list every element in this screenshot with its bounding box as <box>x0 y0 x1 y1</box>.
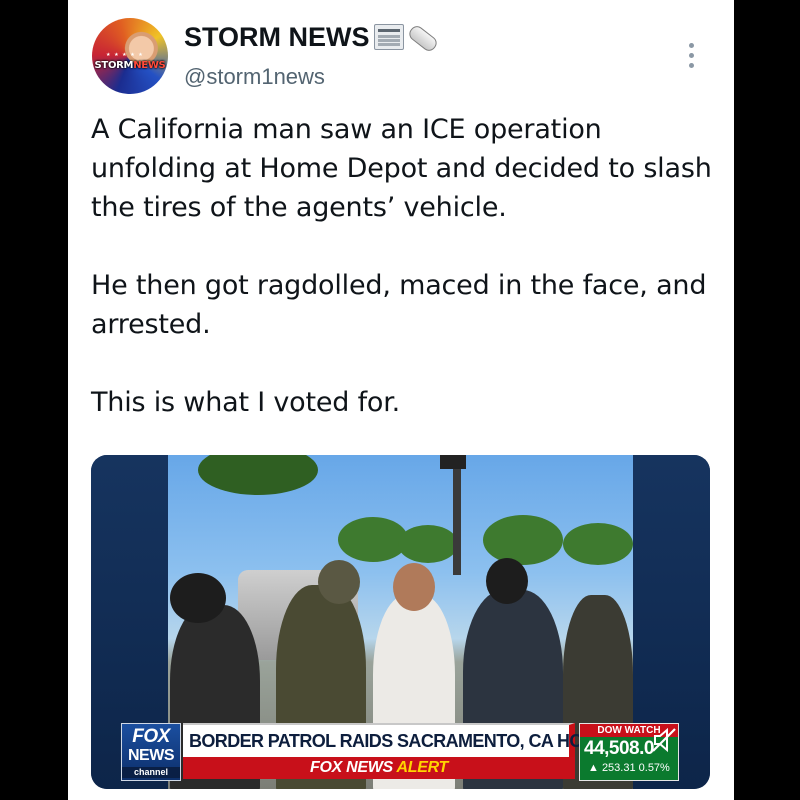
logo-fox: FOX <box>132 726 170 747</box>
tweet-paragraph: A California man saw an ICE operation un… <box>91 114 712 223</box>
fox-news-logo: FOX NEWS channel <box>121 723 181 781</box>
newspaper-icon <box>374 24 404 50</box>
alert-prefix: FOX NEWS <box>309 759 393 776</box>
agent-head <box>486 558 528 604</box>
tweet-paragraph: He then got ragdolled, maced in the face… <box>91 270 707 340</box>
tree-foliage <box>198 455 318 495</box>
traffic-pole <box>453 455 461 575</box>
logo-news: NEWS <box>128 747 175 764</box>
logo-channel: channel <box>122 767 180 778</box>
avatar-logo: STORMNEWS <box>92 60 168 71</box>
user-handle[interactable]: @storm1news <box>184 64 325 90</box>
tweet-paragraph: This is what I voted for. <box>91 387 401 418</box>
dow-change: ▲ 253.31 0.57% <box>588 762 670 774</box>
arrested-man-head <box>393 563 435 611</box>
more-options-icon[interactable] <box>684 40 698 74</box>
tweet-video[interactable]: FOX NEWS channel BORDER PATROL RAIDS SAC… <box>91 455 710 789</box>
news-chyron: FOX NEWS channel BORDER PATROL RAIDS SAC… <box>121 723 681 781</box>
avatar-stars: ★ ★ ★ ★ ★ <box>106 52 144 58</box>
avatar-logo-text: STORM <box>94 60 134 71</box>
tree <box>483 515 563 565</box>
chyron-alert: FOX NEWS ALERT <box>183 757 575 779</box>
tweet-text: A California man saw an ICE operation un… <box>91 110 721 422</box>
tree <box>563 523 633 565</box>
tree <box>338 517 408 562</box>
chyron-headline: BORDER PATROL RAIDS SACRAMENTO, CA HOME … <box>183 723 673 757</box>
mute-icon[interactable] <box>649 725 679 755</box>
tweet-card: ★ ★ ★ ★ ★ STORMNEWS STORM NEWS @storm1ne… <box>68 0 734 800</box>
agent-helmet <box>318 560 360 604</box>
agent-cap <box>170 573 226 623</box>
avatar-logo-accent: NEWS <box>133 60 166 71</box>
display-name[interactable]: STORM NEWS <box>184 22 370 53</box>
traffic-light <box>440 455 466 469</box>
alert-word: ALERT <box>396 759 449 776</box>
tree <box>398 525 458 563</box>
scroll-icon <box>406 24 436 50</box>
avatar[interactable]: ★ ★ ★ ★ ★ STORMNEWS <box>92 18 168 94</box>
name-emoji <box>374 24 436 50</box>
